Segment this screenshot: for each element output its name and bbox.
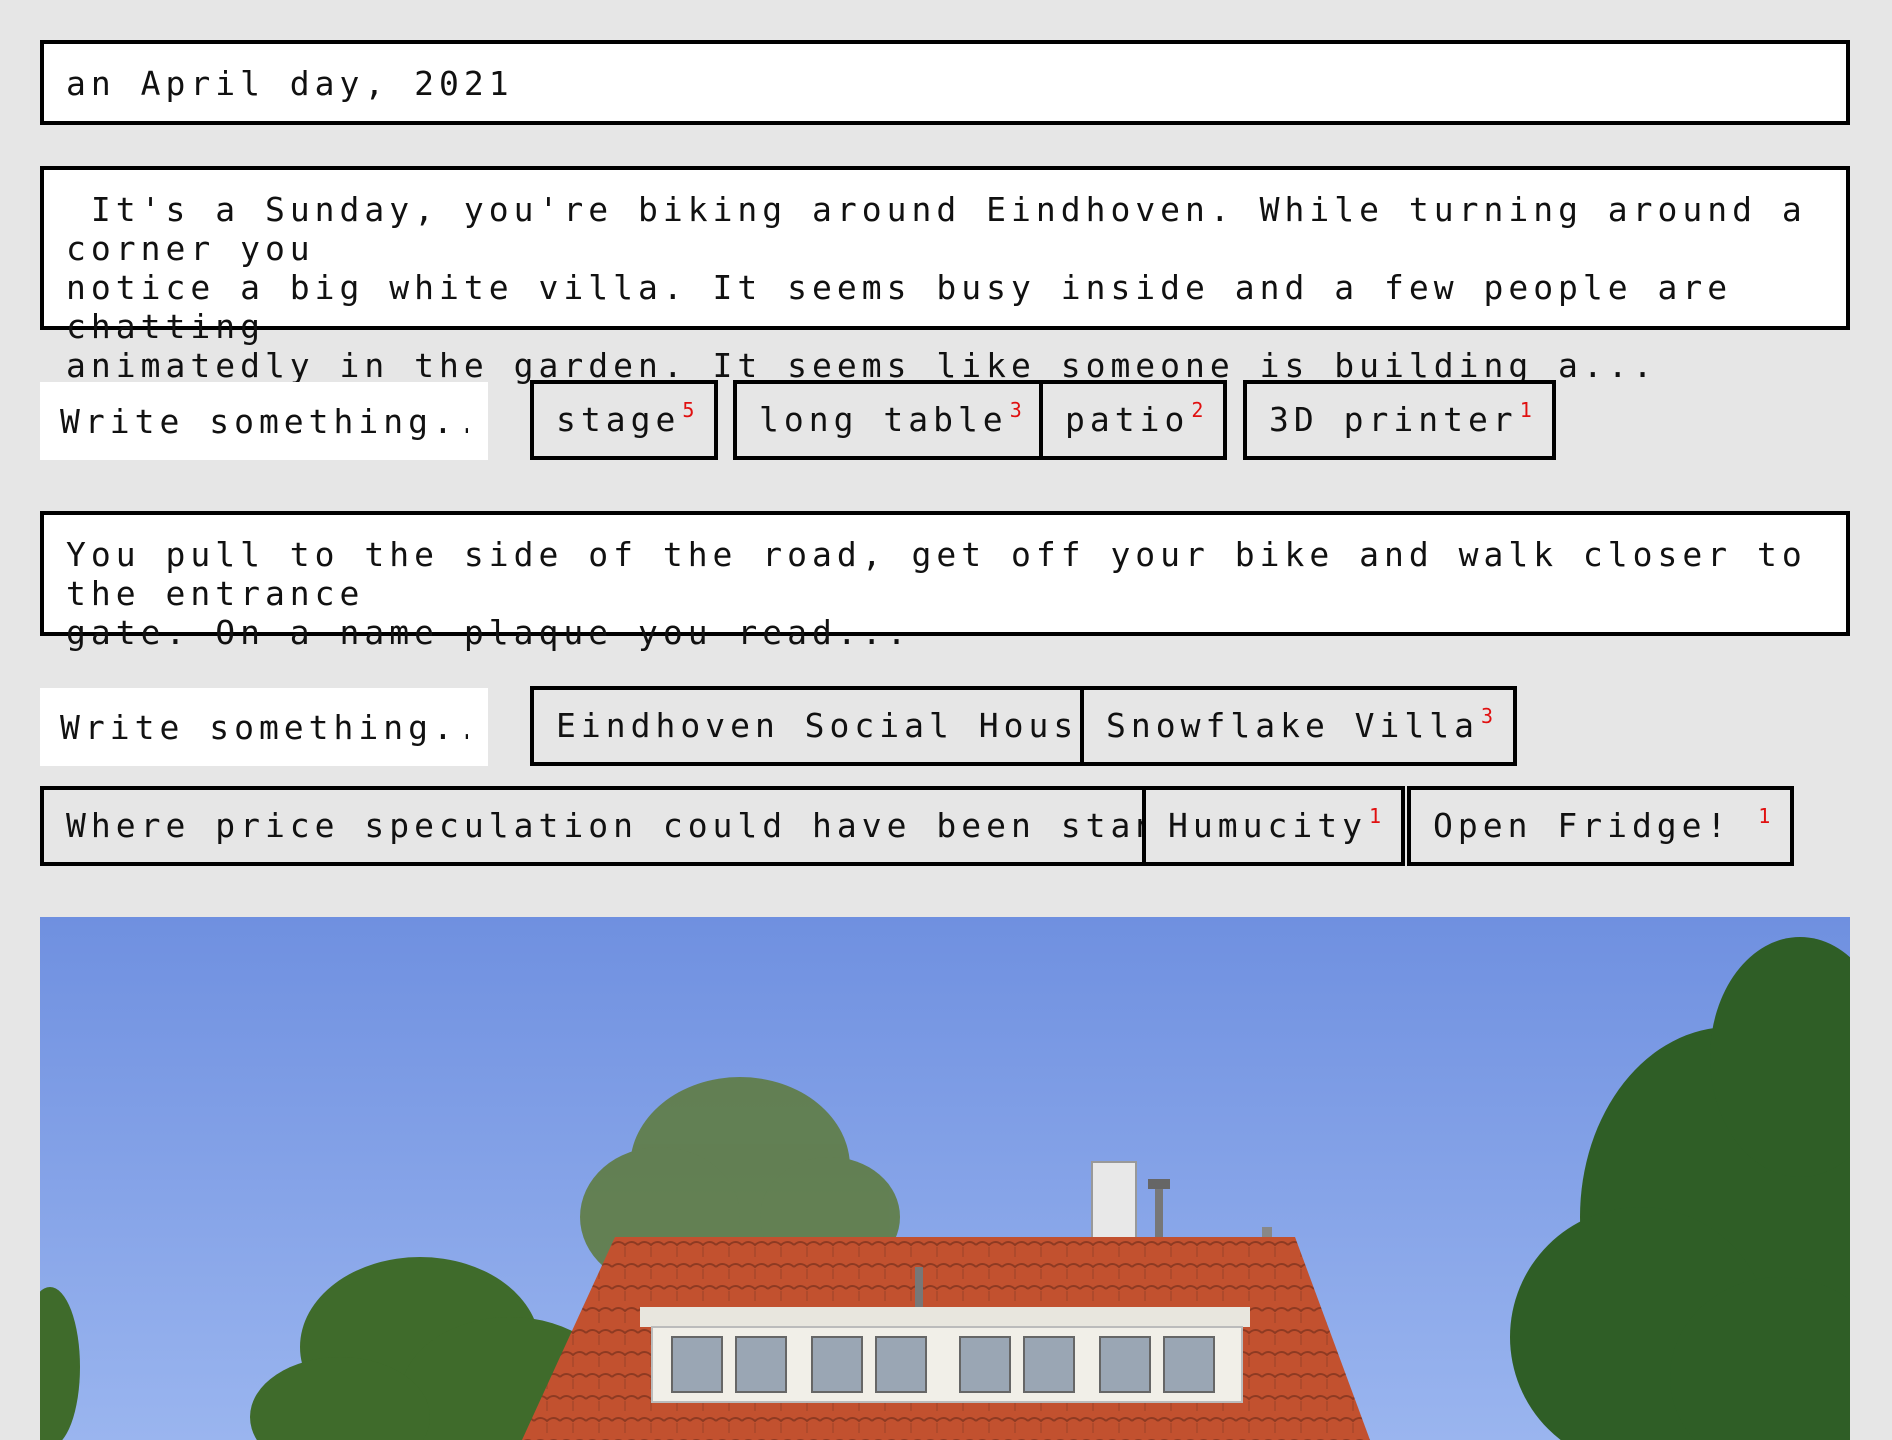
answer-chip-3d-printer[interactable]: 3D printer 1 [1243,380,1556,460]
chip-count: 1 [1368,804,1381,828]
villa-photo [40,917,1850,1440]
answer-chip-patio[interactable]: patio 2 [1039,380,1228,460]
chip-label: Where price speculation could have been … [66,806,1285,845]
chip-label: long table [759,400,1008,439]
date-header: an April day, 2021 [40,40,1850,125]
chip-count: 1 [1519,398,1532,422]
answer-chip-humucity[interactable]: Humucity 1 [1142,786,1405,866]
answer-chip-snowflake-villa[interactable]: Snowflake Villa 3 [1080,686,1518,766]
chip-count: 5 [682,398,695,422]
answer-chip-eindhoven-social-house[interactable]: Eindhoven Social House4 [530,686,1142,766]
answer-input-1[interactable] [40,382,488,460]
answer-chip-long-table[interactable]: long table 3 [733,380,1046,460]
chip-label: Humucity [1168,806,1367,845]
story-text-1: It's a Sunday, you're biking around Eind… [40,166,1850,385]
chip-count: 3 [1481,704,1494,728]
answer-chip-stage[interactable]: stage 5 [530,380,719,460]
answer-input-2[interactable] [40,688,488,766]
chip-label: stage [556,400,681,439]
chip-label: Snowflake Villa [1106,706,1480,745]
chip-count: 1 [1758,804,1771,828]
chip-label: patio [1065,400,1190,439]
page: an April day, 2021 It's a Sunday, you're… [0,0,1892,1440]
chip-label: Eindhoven Social House [556,706,1104,745]
chip-count: 2 [1191,398,1204,422]
answer-chip-open-fridge[interactable]: Open Fridge! 1 [1407,786,1795,866]
chip-label: 3D printer [1269,400,1518,439]
date-text: an April day, 2021 [66,64,514,103]
chip-label: Open Fridge! [1433,806,1757,845]
answer-chip-price-speculation[interactable]: Where price speculation could have been … [40,786,1323,866]
chip-count: 3 [1009,398,1022,422]
story-text-2: You pull to the side of the road, get of… [40,511,1850,652]
